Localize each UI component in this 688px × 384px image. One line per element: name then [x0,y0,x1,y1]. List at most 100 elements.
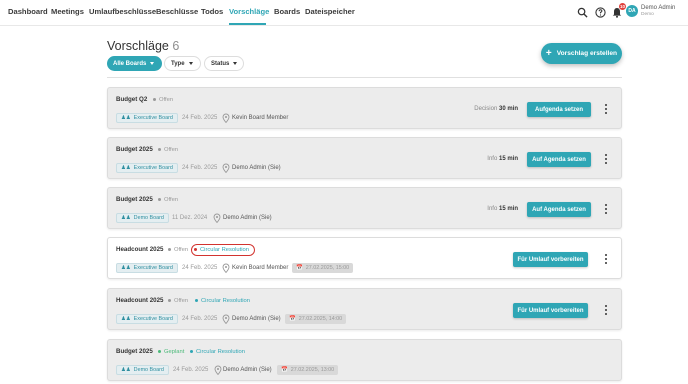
status-badge: Offen [168,298,188,304]
kebab-icon[interactable] [602,202,610,216]
proposal-date: 24 Feb. 2025 [182,165,218,171]
proposal-owner: Kevin Board Member [232,115,289,121]
kebab-icon[interactable] [602,102,610,116]
proposal-title: Budget 2025 [116,348,153,355]
group-icon: ♟♟ [121,265,131,271]
search-icon[interactable] [576,6,588,18]
proposal-owner: Kevin Board Member [232,265,289,271]
avatar[interactable]: DA [626,5,638,17]
nav-todos[interactable]: Todos [201,7,223,16]
proposal-date: 11 Dez. 2024 [172,215,208,221]
add-to-agenda-button[interactable]: Aufgenda setzen [527,102,591,117]
proposal-card[interactable]: Budget 2025 Offen ♟♟ Executive Board 24 F… [107,137,622,179]
create-proposal-label: Vorschlag erstellen [556,50,618,57]
proposal-card[interactable]: Budget 2025 Geplant Circular Resolution … [107,339,622,381]
group-icon: ♟♟ [121,367,131,373]
pin-icon [222,163,230,173]
nav-beschluesse[interactable]: Beschlüsse [156,7,198,16]
nav-vorschlaege[interactable]: Vorschläge [229,7,269,16]
top-navigation: Dashboard Meetings Umlaufbeschlüsse Besc… [0,0,688,26]
plus-icon: + [545,47,552,59]
proposal-count: 6 [172,39,180,53]
board-chip: ♟♟ Executive Board [116,163,178,173]
status-badge: Offen [158,147,178,153]
board-chip: ♟♟ Demo Board [116,365,169,375]
create-proposal-button[interactable]: + Vorschlag erstellen [541,43,622,64]
nav-boards[interactable]: Boards [274,7,300,16]
proposal-card[interactable]: Headcount 2025 Offen Circular Resolution… [107,288,622,330]
proposal-date: 24 Feb. 2025 [182,265,218,271]
chevron-down-icon [150,62,155,65]
user-name[interactable]: Demo Admin [641,5,675,11]
chevron-down-icon [188,62,193,65]
status-badge: Geplant [158,349,184,355]
page-title: Vorschläge 6 [107,39,179,53]
deadline-chip: 📅 27.02.2025, 14:00 [285,314,347,324]
proposal-owner: Demo Admin (Sie) [232,165,281,171]
filter-status-label: Status [211,60,230,67]
group-icon: ♟♟ [121,165,131,171]
board-chip: ♟♟ Executive Board [116,263,178,273]
chevron-down-icon [233,62,238,65]
proposal-card[interactable]: Budget 2025 Offen ♟♟ Demo Board 11 Dez. 2… [107,187,622,229]
proposal-title: Headcount 2025 [116,246,164,253]
nav-umlaufbeschluesse[interactable]: Umlaufbeschlüsse [89,7,156,16]
pin-icon [222,113,230,123]
help-icon[interactable] [594,6,606,18]
board-chip: ♟♟ Demo Board [116,213,169,223]
proposal-owner: Demo Admin (Sie) [223,367,272,373]
kebab-icon[interactable] [602,252,610,266]
kebab-icon[interactable] [602,303,610,317]
calendar-icon: 📅 [296,265,303,271]
proposal-title: Budget 2025 [116,196,153,203]
filter-type[interactable]: Type [164,56,201,71]
status-badge: Offen [168,247,188,253]
add-to-agenda-button[interactable]: Auf Agenda setzen [527,152,591,167]
proposal-card[interactable]: Budget Q2 Offen ♟♟ Executive Board 24 Feb… [107,87,622,129]
pin-icon [214,365,222,375]
filter-type-label: Type [171,60,185,67]
proposal-date: 24 Feb. 2025 [182,115,218,121]
proposal-date: 24 Feb. 2025 [173,367,209,373]
proposal-duration: Decision 30 min [474,106,518,112]
group-icon: ♟♟ [121,215,131,221]
proposal-duration: Info 15 min [487,156,518,162]
prepare-circulation-button[interactable]: Für Umlauf vorbereiten [513,303,588,318]
proposal-date: 24 Feb. 2025 [182,316,218,322]
proposal-owner: Demo Admin (Sie) [223,215,272,221]
prepare-circulation-button[interactable]: Für Umlauf vorbereiten [513,252,588,267]
nav-dashboard[interactable]: Dashboard [8,7,48,16]
status-badge: Offen [158,197,178,203]
status-badge: Offen [153,97,173,103]
pin-icon [222,314,230,324]
deadline-chip: 📅 27.02.2025, 13:00 [277,365,339,375]
filter-boards-label: Alle Boards [113,60,147,67]
pin-icon [213,213,221,223]
user-organization: Demo [641,12,654,17]
group-icon: ♟♟ [121,316,131,322]
nav-dateispeicher[interactable]: Dateispeicher [305,7,355,16]
circular-resolution-badge: Circular Resolution [190,349,245,355]
board-chip: ♟♟ Executive Board [116,314,178,324]
calendar-icon: 📅 [289,316,296,322]
filter-status[interactable]: Status [204,56,244,71]
header-divider [107,77,622,78]
proposal-title: Budget 2025 [116,146,153,153]
proposal-owner: Demo Admin (Sie) [232,316,281,322]
filter-boards[interactable]: Alle Boards [107,56,162,71]
nav-meetings[interactable]: Meetings [51,7,84,16]
circular-resolution-badge: Circular Resolution [194,247,249,253]
group-icon: ♟♟ [121,115,131,121]
calendar-icon: 📅 [281,367,288,373]
kebab-icon[interactable] [602,152,610,166]
add-to-agenda-button[interactable]: Auf Agenda setzen [527,202,591,217]
proposal-title: Budget Q2 [116,96,148,103]
notification-badge: 10 [619,3,626,10]
deadline-chip: 📅 27.02.2025, 15:00 [292,263,354,273]
active-tab-indicator [229,23,266,25]
proposal-card[interactable]: Headcount 2025 Offen Circular Resolution… [107,237,622,279]
pin-icon [222,263,230,273]
circular-resolution-badge: Circular Resolution [195,298,250,304]
proposal-title: Headcount 2025 [116,297,164,304]
page-title-text: Vorschläge [107,39,169,53]
